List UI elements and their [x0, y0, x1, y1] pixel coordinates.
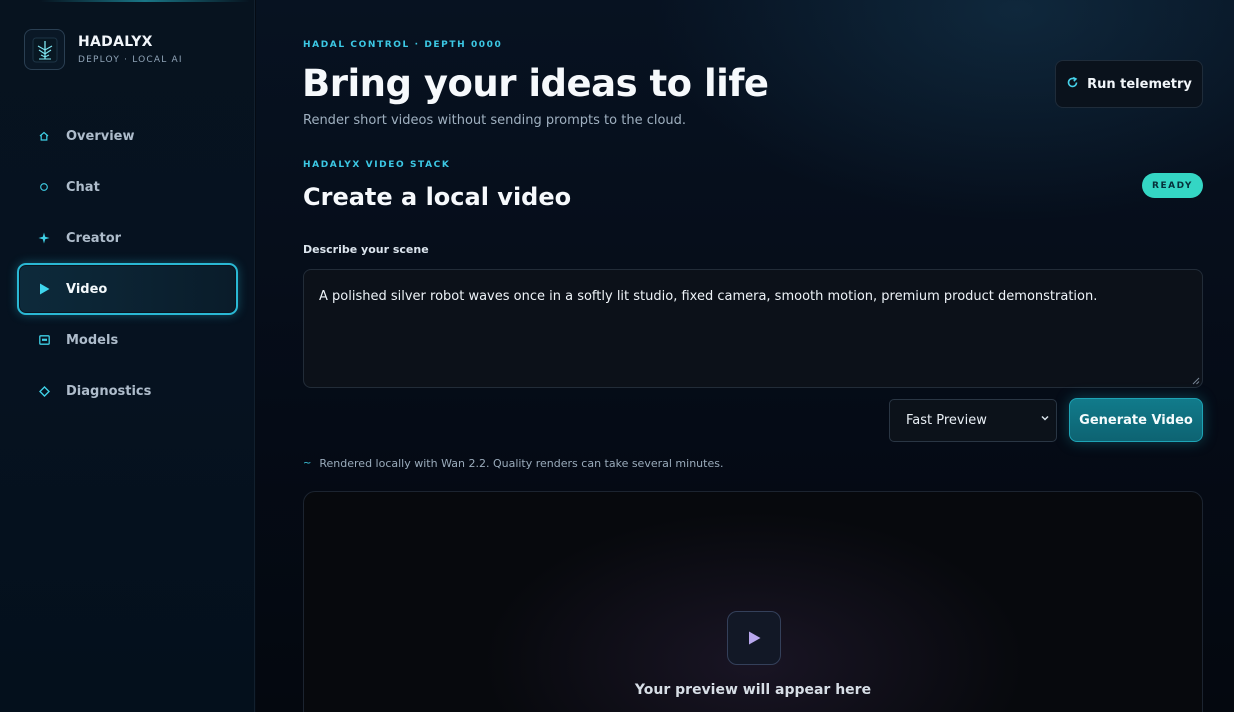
- run-telemetry-label: Run telemetry: [1087, 76, 1192, 92]
- sidebar-item-diagnostics[interactable]: Diagnostics: [17, 365, 238, 417]
- sidebar-item-models[interactable]: Models: [17, 314, 238, 366]
- chevron-down-icon: [1040, 413, 1050, 426]
- quality-select[interactable]: Fast Preview: [889, 399, 1057, 442]
- sidebar-item-overview[interactable]: Overview: [17, 110, 238, 162]
- refresh-icon: [1066, 76, 1079, 93]
- resize-grip-icon[interactable]: [1191, 376, 1200, 385]
- prompt-label: Describe your scene: [303, 243, 429, 256]
- sidebar-item-label: Creator: [66, 230, 122, 246]
- preview-placeholder: Your preview will appear here: [634, 682, 872, 698]
- play-icon: [38, 283, 50, 295]
- brand-name: HADALYX: [78, 34, 153, 50]
- generate-video-button[interactable]: Generate Video: [1069, 398, 1203, 442]
- status-badge: READY: [1142, 173, 1203, 198]
- quality-select-value: Fast Preview: [906, 413, 987, 428]
- sidebar-item-creator[interactable]: Creator: [17, 212, 238, 264]
- diamond-icon: [38, 385, 50, 397]
- box-icon: [38, 334, 50, 346]
- sidebar: HADALYX DEPLOY · LOCAL AI Overview Chat …: [0, 0, 255, 712]
- sidebar-item-label: Video: [66, 281, 108, 297]
- sidebar-item-label: Overview: [66, 128, 135, 144]
- sidebar-item-label: Models: [66, 332, 119, 348]
- main-content: HADAL CONTROL · DEPTH 0000 Bring your id…: [256, 0, 1234, 712]
- sidebar-item-video[interactable]: Video: [17, 263, 238, 315]
- brand[interactable]: HADALYX DEPLOY · LOCAL AI: [24, 29, 183, 70]
- render-note-text: Rendered locally with Wan 2.2. Quality r…: [319, 457, 724, 470]
- section-title: Create a local video: [303, 183, 572, 211]
- play-button[interactable]: [727, 611, 781, 665]
- page-title: Bring your ideas to life: [302, 62, 769, 105]
- tilde-icon: ~: [303, 458, 312, 469]
- sparkle-icon: [38, 232, 50, 244]
- section-kicker: HADALYX VIDEO STACK: [303, 160, 451, 170]
- sidebar-item-label: Diagnostics: [66, 383, 152, 399]
- circle-icon: [38, 181, 50, 193]
- sidebar-item-label: Chat: [66, 179, 100, 195]
- video-preview-panel: Your preview will appear here: [303, 491, 1203, 712]
- sidebar-nav: Overview Chat Creator Video Models Diagn…: [17, 110, 238, 416]
- page-kicker: HADAL CONTROL · DEPTH 0000: [303, 40, 503, 50]
- render-note: ~ Rendered locally with Wan 2.2. Quality…: [303, 457, 723, 470]
- prompt-textarea[interactable]: A polished silver robot waves once in a …: [303, 269, 1203, 388]
- prompt-text: A polished silver robot waves once in a …: [319, 289, 1098, 304]
- hadalyx-logo-icon: [24, 29, 65, 70]
- page-subtitle: Render short videos without sending prom…: [303, 113, 687, 128]
- brand-tagline: DEPLOY · LOCAL AI: [78, 55, 183, 65]
- play-icon: [748, 631, 760, 645]
- home-icon: [38, 130, 50, 142]
- run-telemetry-button[interactable]: Run telemetry: [1055, 60, 1203, 108]
- sidebar-item-chat[interactable]: Chat: [17, 161, 238, 213]
